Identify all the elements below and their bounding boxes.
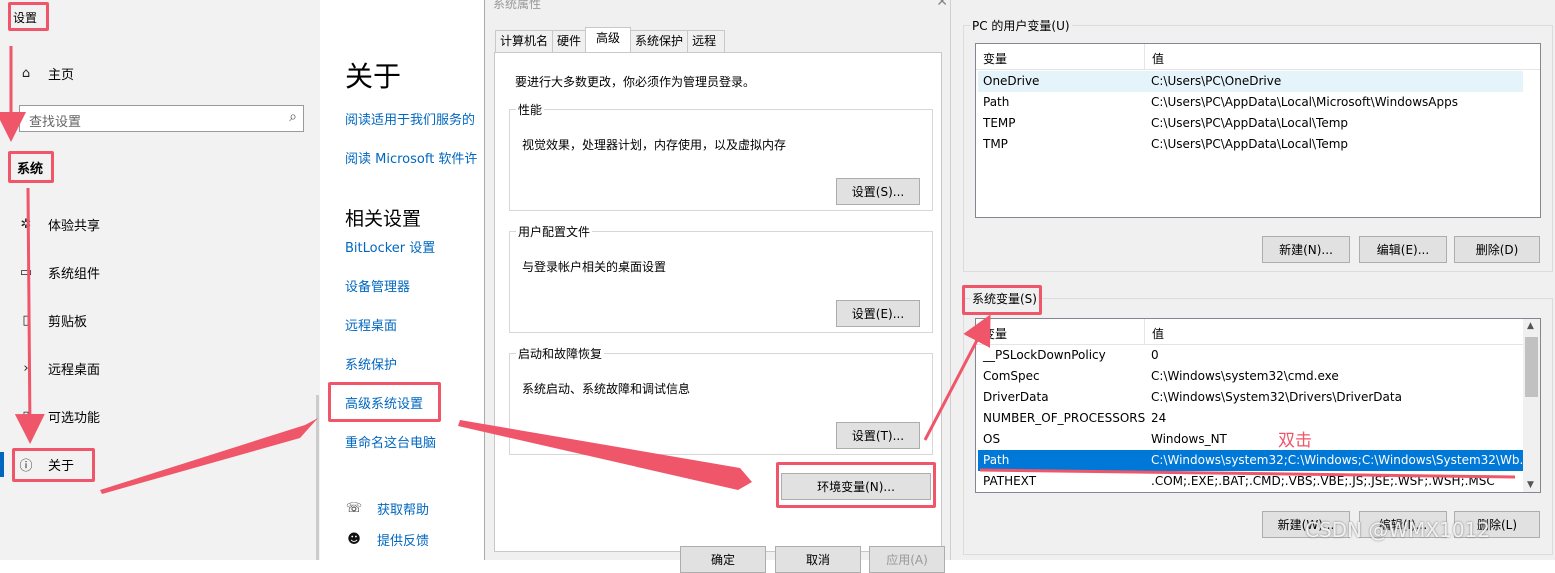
double-click-annotation: 双击	[1278, 431, 1312, 451]
arrow-to-advanced	[100, 418, 318, 494]
underline-path-row	[979, 468, 1516, 479]
annotation-arrows	[0, 46, 1516, 494]
watermark: CSDN @WMX1012	[1305, 518, 1491, 542]
arrow-down-2	[14, 187, 45, 444]
arrow-to-system-vars	[923, 314, 991, 441]
arrow-to-env-button	[458, 420, 752, 490]
